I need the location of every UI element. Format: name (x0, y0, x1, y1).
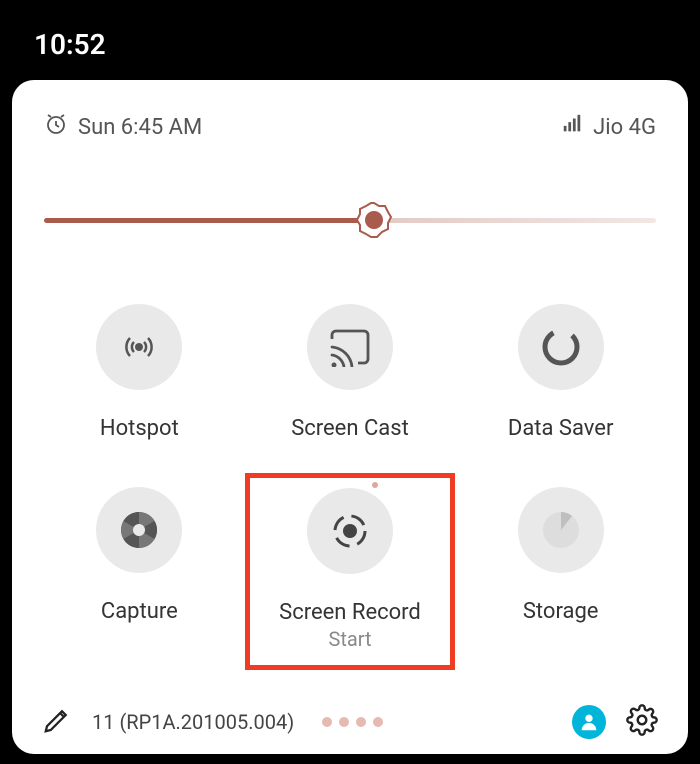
indicator-dot-icon (372, 482, 378, 488)
cast-icon (307, 304, 393, 390)
dot-icon (373, 717, 383, 727)
aperture-icon (96, 487, 182, 573)
user-avatar[interactable] (572, 705, 606, 739)
alarm-icon (44, 112, 68, 142)
network-label: Jio 4G (593, 115, 656, 140)
tile-label: Screen Record (279, 600, 421, 625)
tile-sublabel: Start (328, 627, 371, 651)
tile-label: Storage (523, 599, 599, 624)
tile-storage[interactable]: Storage (455, 473, 666, 670)
tile-label: Capture (101, 599, 178, 624)
tile-screen-cast[interactable]: Screen Cast (245, 290, 456, 459)
edit-icon[interactable] (42, 705, 72, 739)
slider-thumb[interactable] (354, 200, 394, 240)
version-text: 11 (RP1A.201005.004) (92, 710, 294, 734)
tile-screen-record[interactable]: Screen Record Start (245, 473, 456, 670)
tile-label: Hotspot (100, 416, 179, 441)
device-time: 10:52 (34, 28, 106, 61)
tile-grid: Hotspot Screen Cast Data Saver (34, 290, 666, 670)
tile-capture[interactable]: Capture (34, 473, 245, 670)
panel-footer: 11 (RP1A.201005.004) (34, 698, 666, 740)
record-icon (307, 488, 393, 574)
tile-label: Screen Cast (291, 416, 409, 441)
status-right: Jio 4G (561, 113, 656, 141)
dot-icon (339, 717, 349, 727)
tile-hotspot[interactable]: Hotspot (34, 290, 245, 459)
data-saver-icon (518, 304, 604, 390)
signal-icon (561, 113, 583, 141)
tile-data-saver[interactable]: Data Saver (455, 290, 666, 459)
status-bar: Sun 6:45 AM Jio 4G (34, 104, 666, 142)
quick-settings-panel: Sun 6:45 AM Jio 4G (12, 80, 688, 754)
status-left: Sun 6:45 AM (44, 112, 202, 142)
status-day-time: Sun 6:45 AM (78, 115, 202, 140)
page-indicator[interactable] (322, 717, 383, 727)
slider-track (44, 218, 656, 223)
hotspot-icon (96, 304, 182, 390)
tile-label: Data Saver (508, 416, 614, 441)
settings-gear-icon[interactable] (626, 704, 658, 740)
storage-icon (518, 487, 604, 573)
dot-icon (322, 717, 332, 727)
dot-icon (356, 717, 366, 727)
brightness-slider[interactable] (44, 190, 656, 250)
